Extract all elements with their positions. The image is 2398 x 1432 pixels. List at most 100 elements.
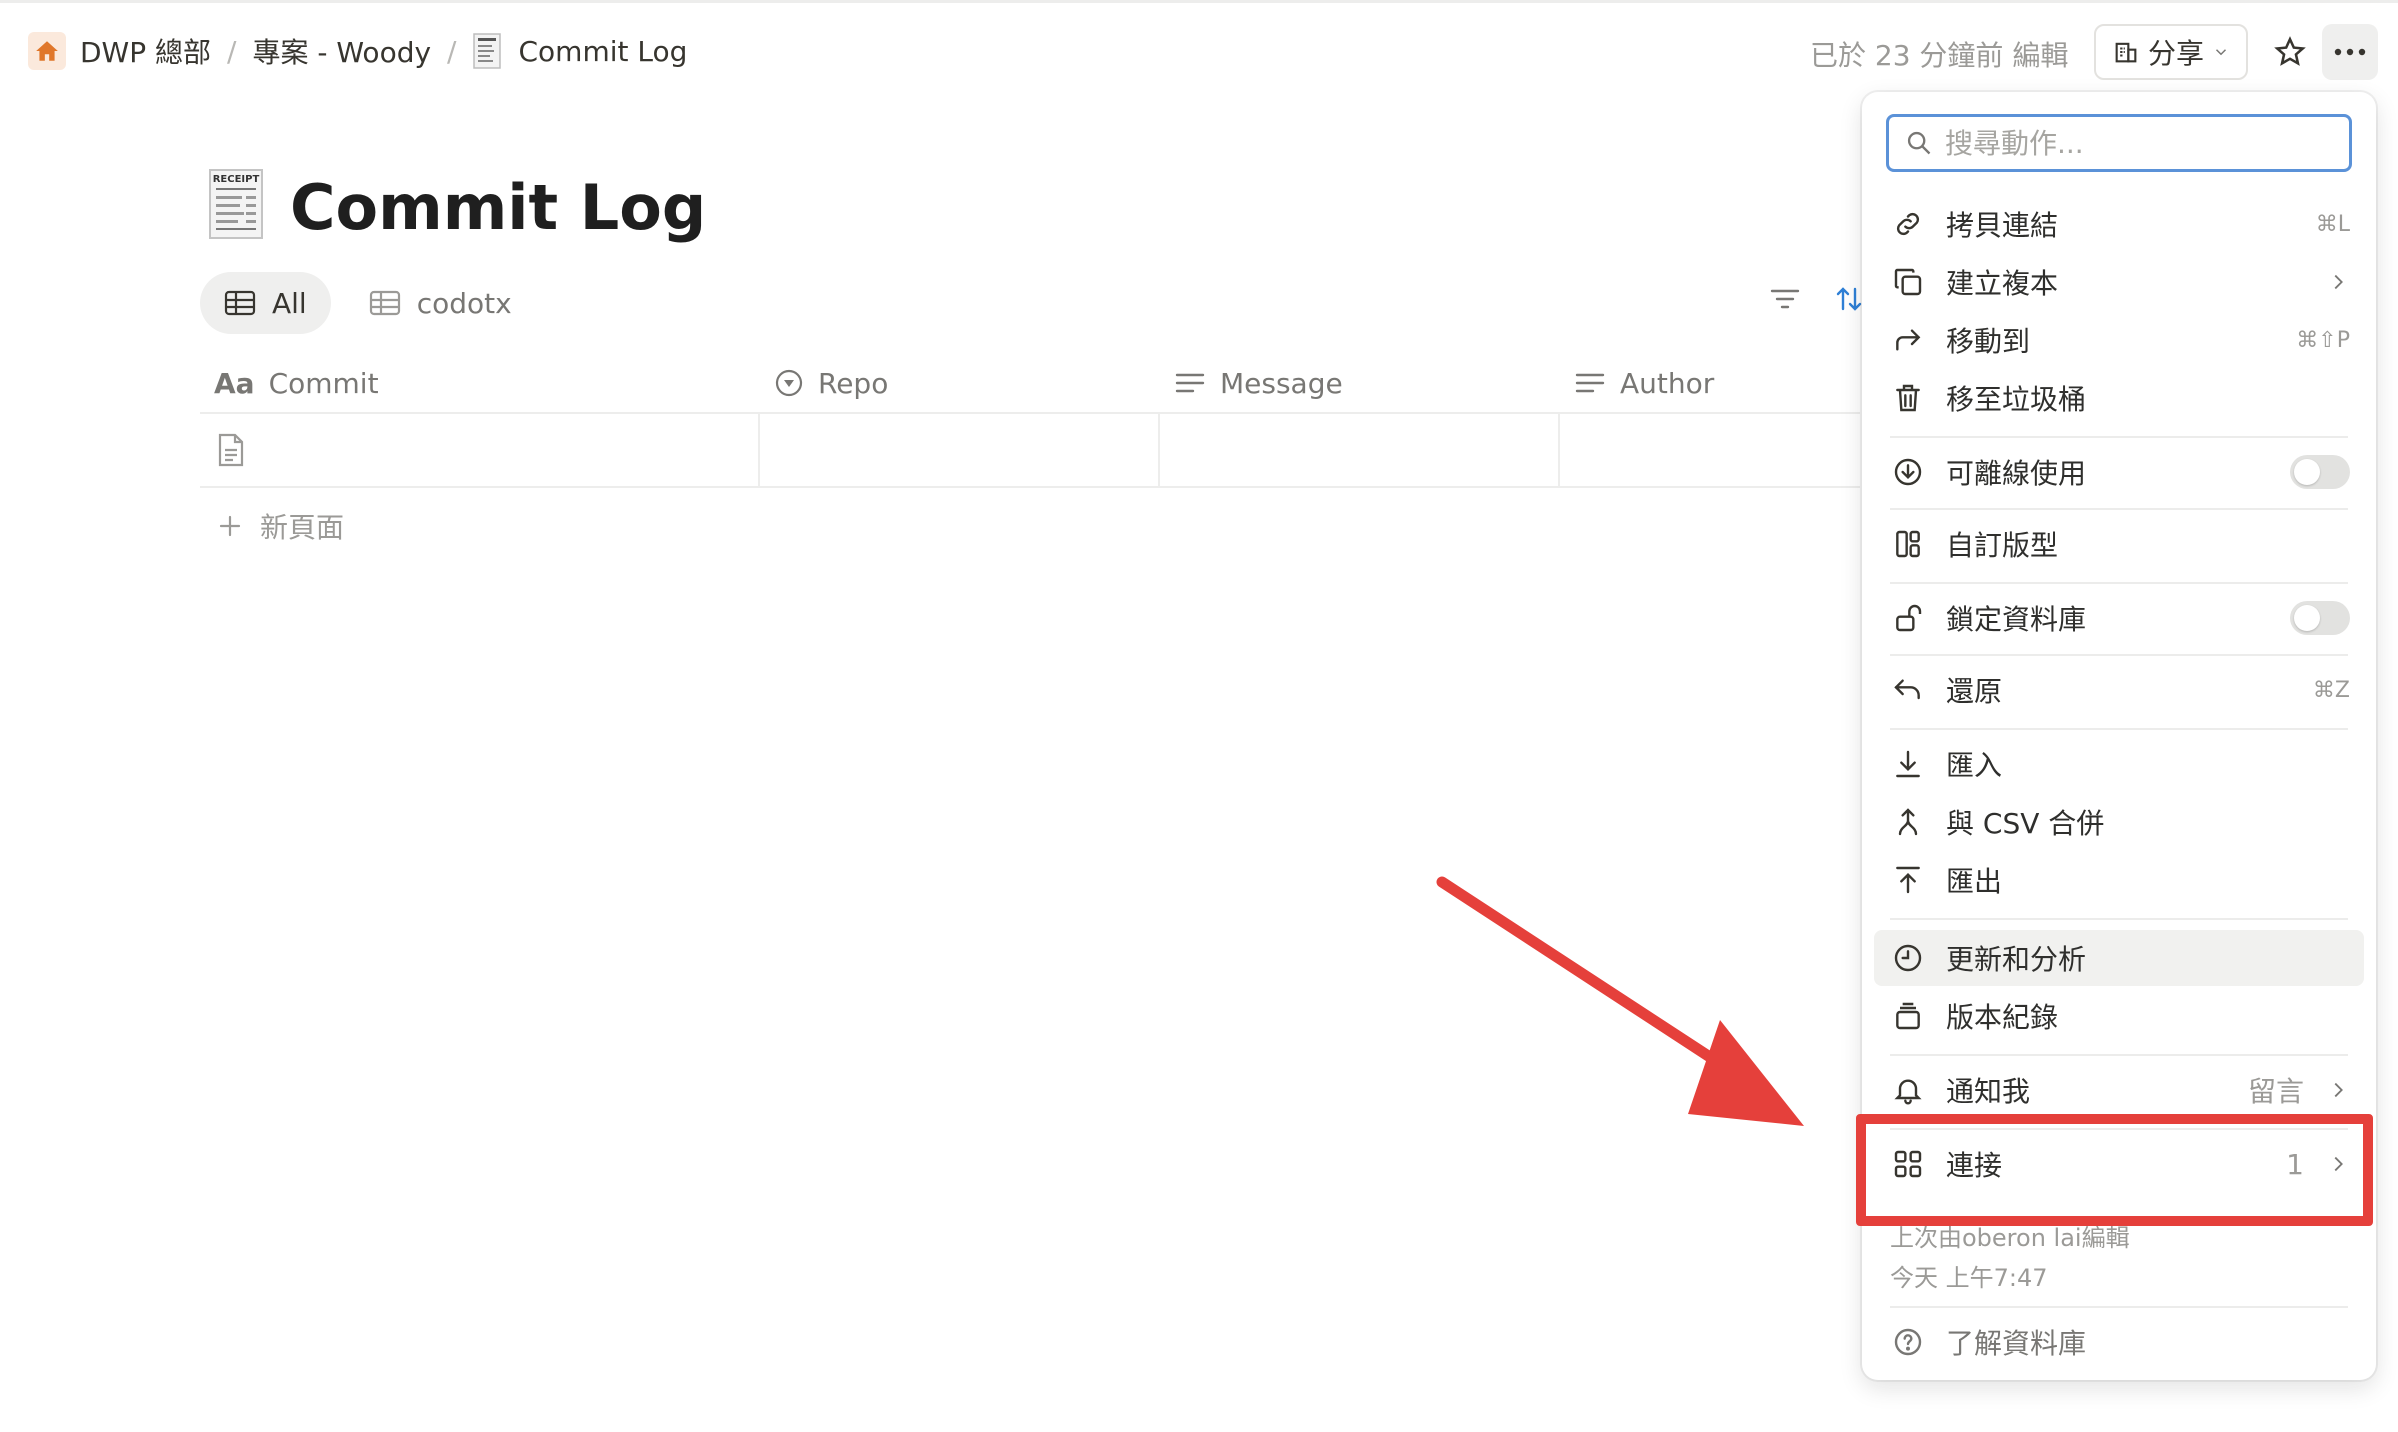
column-header-repo[interactable]: Repo xyxy=(760,352,1160,414)
breadcrumb-page[interactable]: Commit Log xyxy=(518,35,687,68)
menu-item-duplicate[interactable]: 建立複本 xyxy=(1874,254,2364,310)
annotation-highlight-box xyxy=(1856,1114,2373,1226)
top-bar: DWP 總部 / 專案 - Woody / Commit Log 已於 23 分… xyxy=(0,4,2398,92)
window-top-edge xyxy=(0,0,2398,3)
search-box[interactable] xyxy=(1886,114,2352,172)
menu-divider xyxy=(1890,654,2348,656)
more-options-button[interactable] xyxy=(2322,24,2378,80)
tab-codotx-label: codotx xyxy=(416,286,512,320)
breadcrumb-workspace[interactable]: DWP 總部 xyxy=(80,31,211,71)
last-edited-time: 今天 上午7:47 xyxy=(1890,1264,2048,1292)
table-cell-author[interactable] xyxy=(1560,414,1860,486)
help-circle-icon xyxy=(1894,1328,1922,1356)
breadcrumb-separator: / xyxy=(227,34,237,68)
menu-item-lock-database[interactable]: 鎖定資料庫 xyxy=(1874,590,2364,646)
share-button[interactable]: 分享 xyxy=(2094,24,2248,80)
menu-divider xyxy=(1890,918,2348,920)
menu-item-move-to-trash[interactable]: 移至垃圾桶 xyxy=(1874,370,2364,426)
import-icon xyxy=(1896,750,1920,778)
menu-item-move-to[interactable]: 移動到 ⌘⇧P xyxy=(1874,312,2364,368)
chevron-right-icon xyxy=(2334,1082,2343,1098)
column-label: Message xyxy=(1220,366,1343,400)
lock-toggle[interactable] xyxy=(2290,601,2350,635)
tab-all-label: All xyxy=(272,286,307,320)
lines-icon xyxy=(1575,373,1605,393)
breadcrumb: DWP 總部 / 專案 - Woody / Commit Log xyxy=(28,30,687,72)
favorite-button[interactable] xyxy=(2264,26,2316,78)
last-edited-text: 已於 23 分鐘前 編輯 xyxy=(1810,39,2069,72)
receipt-icon-text: RECEIPT xyxy=(213,174,260,185)
table-cell-message[interactable] xyxy=(1160,414,1560,486)
export-icon xyxy=(1896,866,1920,894)
menu-item-label: 匯出 xyxy=(1946,865,2003,898)
new-page-button[interactable]: 新頁面 xyxy=(200,488,1860,564)
home-icon[interactable] xyxy=(28,32,66,70)
lines-icon xyxy=(1175,373,1205,393)
menu-item-import[interactable]: 匯入 xyxy=(1874,736,2364,792)
menu-item-label: 了解資料庫 xyxy=(1946,1327,2087,1360)
page-receipt-icon[interactable]: RECEIPT xyxy=(208,168,264,240)
menu-item-copy-link[interactable]: 拷貝連結 ⌘L xyxy=(1874,196,2364,252)
table-row[interactable] xyxy=(200,414,1860,488)
new-page-label: 新頁面 xyxy=(260,511,345,544)
notify-value: 留言 xyxy=(2247,1075,2304,1108)
view-toolbar xyxy=(1768,284,1864,314)
tab-codotx[interactable]: codotx xyxy=(345,272,536,334)
page-title[interactable]: Commit Log xyxy=(290,168,706,248)
breadcrumb-project[interactable]: 專案 - Woody xyxy=(252,31,431,71)
database-table: Aa Commit Repo Message Author 新頁面 xyxy=(200,352,1860,564)
menu-item-offline[interactable]: 可離線使用 xyxy=(1874,444,2364,500)
download-circle-icon xyxy=(1894,458,1922,486)
search-icon xyxy=(1907,131,1931,155)
menu-item-label: 匯入 xyxy=(1946,749,2003,782)
select-icon xyxy=(775,369,803,397)
move-arrow-icon xyxy=(1896,329,1921,351)
column-label: Commit xyxy=(268,366,379,400)
menu-item-customize-layout[interactable]: 自訂版型 xyxy=(1874,516,2364,572)
menu-item-learn-database[interactable]: 了解資料庫 xyxy=(1874,1314,2364,1370)
offline-toggle[interactable] xyxy=(2290,455,2350,489)
shortcut-text: ⌘⇧P xyxy=(2296,327,2350,353)
menu-item-notify-me[interactable]: 通知我 留言 xyxy=(1874,1062,2364,1118)
document-icon xyxy=(218,433,244,467)
table-icon xyxy=(369,290,400,316)
menu-item-version-history[interactable]: 版本紀錄 xyxy=(1874,988,2364,1044)
column-header-commit[interactable]: Aa Commit xyxy=(200,352,760,414)
column-label: Author xyxy=(1620,366,1715,400)
menu-item-merge-csv[interactable]: 與 CSV 合併 xyxy=(1874,794,2364,850)
menu-item-label: 拷貝連結 xyxy=(1946,209,2059,242)
menu-item-label: 還原 xyxy=(1946,675,2003,708)
breadcrumb-separator: / xyxy=(447,34,457,68)
view-tabs: All codotx xyxy=(200,272,536,334)
search-input[interactable] xyxy=(1945,126,2325,160)
column-header-message[interactable]: Message xyxy=(1160,352,1560,414)
ellipsis-icon xyxy=(2334,48,2366,56)
table-cell-repo[interactable] xyxy=(760,414,1160,486)
receipt-icon xyxy=(473,33,502,69)
sort-icon[interactable] xyxy=(1834,284,1864,314)
menu-item-label: 移至垃圾桶 xyxy=(1946,383,2087,416)
menu-divider xyxy=(1890,436,2348,438)
table-icon xyxy=(224,290,256,316)
column-label: Repo xyxy=(818,366,889,400)
menu-item-label: 版本紀錄 xyxy=(1946,1001,2059,1034)
menu-item-updates-analytics[interactable]: 更新和分析 xyxy=(1874,930,2364,986)
tab-all[interactable]: All xyxy=(200,272,331,334)
menu-divider xyxy=(1890,728,2348,730)
merge-icon xyxy=(1898,808,1918,836)
menu-item-undo[interactable]: 還原 ⌘Z xyxy=(1874,662,2364,718)
menu-item-export[interactable]: 匯出 xyxy=(1874,852,2364,908)
column-header-author[interactable]: Author xyxy=(1560,352,1860,414)
link-icon xyxy=(1896,212,1920,236)
text-type-icon: Aa xyxy=(214,366,255,400)
building-icon xyxy=(2115,42,2137,63)
menu-item-label: 更新和分析 xyxy=(1946,943,2087,976)
shortcut-text: ⌘L xyxy=(2315,211,2350,237)
menu-divider xyxy=(1890,508,2348,510)
table-cell-commit[interactable] xyxy=(200,414,760,486)
filter-icon[interactable] xyxy=(1768,284,1802,314)
history-stack-icon xyxy=(1896,1002,1920,1030)
share-label: 分享 xyxy=(2147,37,2204,70)
annotation-arrow-icon xyxy=(1436,876,1804,1126)
clock-icon xyxy=(1894,944,1922,972)
